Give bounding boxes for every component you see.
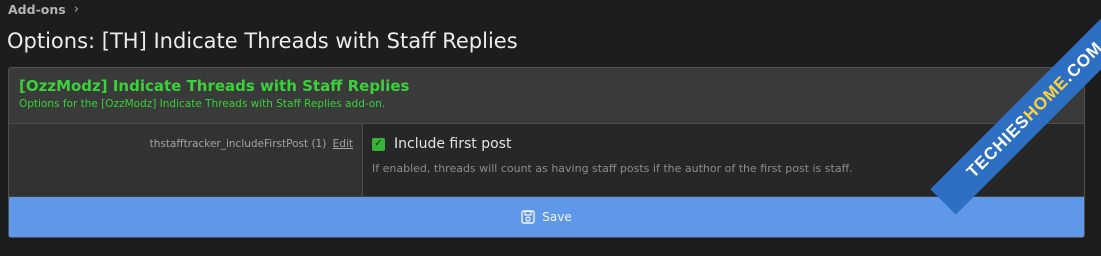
panel-title: [OzzModz] Indicate Threads with Staff Re… [19, 77, 410, 95]
include-first-post-label[interactable]: Include first post [394, 136, 511, 152]
option-edit-link[interactable]: Edit [333, 138, 353, 150]
option-label: thstafftracker_includeFirstPost (1) Edit [9, 124, 363, 196]
save-icon [521, 210, 535, 224]
save-button[interactable]: Save [9, 197, 1084, 237]
option-display-order: (1) [311, 138, 327, 150]
panel-description: Options for the [OzzModz] Indicate Threa… [19, 98, 386, 110]
chevron-right-icon: › [73, 1, 79, 17]
breadcrumb-link-add-ons[interactable]: Add-ons [8, 2, 66, 17]
option-row: thstafftracker_includeFirstPost (1) Edit… [9, 124, 1084, 197]
panel-header: [OzzModz] Indicate Threads with Staff Re… [9, 68, 1084, 124]
save-label[interactable]: Save [542, 210, 571, 224]
page-title: Options: [TH] Indicate Threads with Staf… [7, 29, 518, 53]
watermark-part3: .COM [1058, 37, 1101, 86]
options-panel: [OzzModz] Indicate Threads with Staff Re… [8, 67, 1085, 238]
checkmark-icon: ✓ [374, 138, 383, 149]
include-first-post-checkbox[interactable]: ✓ [372, 137, 385, 151]
option-name: thstafftracker_includeFirstPost [149, 138, 309, 150]
breadcrumb: Add-ons › [8, 1, 79, 17]
